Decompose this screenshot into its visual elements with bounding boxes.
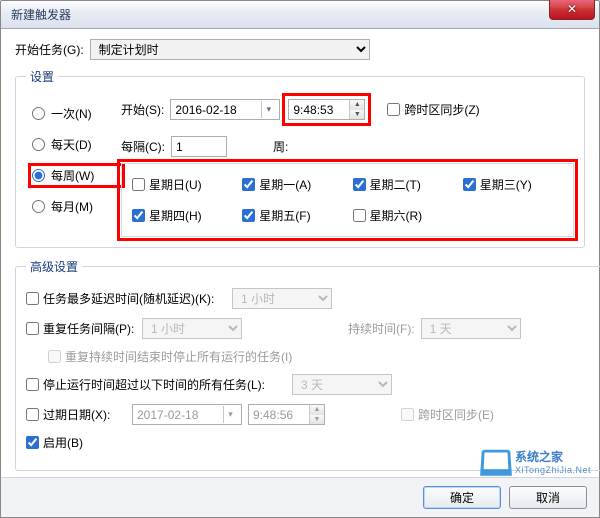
sync-tz2-checkbox: 跨时区同步(E) xyxy=(401,406,600,423)
weekday-box: 星期日(U) 星期一(A) 星期二(T) 星期三(Y) 星期四(H) 星期五(F… xyxy=(121,163,574,237)
expire-row: 过期日期(X): 2017-02-18 ▾ ▲▼ 跨时区同步(E) xyxy=(26,404,600,425)
title-text: 新建触发器 xyxy=(11,6,71,23)
chevron-down-icon[interactable]: ▼ xyxy=(350,110,364,120)
advanced-legend: 高级设置 xyxy=(26,258,82,275)
radio-weekly-input[interactable] xyxy=(32,169,45,182)
every-unit: 周: xyxy=(273,138,288,155)
chevron-down-icon: ▼ xyxy=(310,415,324,425)
day-thu[interactable]: 星期四(H) xyxy=(132,207,232,224)
stop-after-select: 3 天 xyxy=(292,374,392,395)
radio-monthly[interactable]: 每月(M) xyxy=(32,198,121,215)
radio-weekly[interactable]: 每周(W) xyxy=(32,167,121,184)
settings-legend: 设置 xyxy=(26,68,58,85)
begin-task-label: 开始任务(G): xyxy=(15,41,84,58)
close-icon[interactable]: ✕ xyxy=(549,0,595,20)
schedule-column: 一次(N) 每天(D) 每周(W) 每月(M) xyxy=(26,93,121,237)
enabled-checkbox[interactable]: 启用(B) xyxy=(26,434,226,451)
duration-label: 持续时间(F): xyxy=(348,320,415,337)
radio-monthly-input[interactable] xyxy=(32,200,45,213)
sync-tz-checkbox[interactable]: 跨时区同步(Z) xyxy=(387,101,479,118)
expire-checkbox[interactable]: 过期日期(X): xyxy=(26,406,126,423)
repeat-select: 1 小时 xyxy=(142,318,242,339)
chevron-up-icon[interactable]: ▲ xyxy=(350,100,364,110)
chevron-up-icon: ▲ xyxy=(310,405,324,415)
expire-date-picker: 2017-02-18 ▾ xyxy=(132,404,242,425)
settings-fieldset: 设置 一次(N) 每天(D) 每周(W) 每月(M) 开始(S): 2016-0… xyxy=(15,68,585,248)
recur-every-row: 每隔(C): 周: xyxy=(121,136,574,157)
watermark-text: 系统之家 xyxy=(515,450,563,464)
titlebar[interactable]: 新建触发器 ✕ xyxy=(1,1,599,29)
start-time-input[interactable] xyxy=(289,101,349,119)
start-row: 开始(S): 2016-02-18 ▾ ▲▼ 跨时区同步(Z) xyxy=(121,97,574,122)
watermark: 系统之家 XiTongZhiJia.Net xyxy=(481,448,591,475)
every-label: 每隔(C): xyxy=(121,138,165,155)
house-icon xyxy=(481,449,511,475)
dialog-body: 开始任务(G): 制定计划时 设置 一次(N) 每天(D) 每周(W) 每月(M… xyxy=(1,29,599,517)
day-mon[interactable]: 星期一(A) xyxy=(242,176,342,193)
day-tue[interactable]: 星期二(T) xyxy=(353,176,453,193)
stop-after-checkbox[interactable]: 停止运行时间超过以下时间的所有任务(L): xyxy=(26,376,286,393)
stop-running-checkbox: 重复持续时间结束时停止所有运行的任务(I) xyxy=(48,348,292,365)
chevron-down-icon: ▾ xyxy=(223,406,237,423)
expire-time-input xyxy=(249,406,309,424)
radio-daily-input[interactable] xyxy=(32,138,45,151)
dialog-window: 新建触发器 ✕ 开始任务(G): 制定计划时 设置 一次(N) 每天(D) 每周… xyxy=(0,0,600,518)
chevron-down-icon[interactable]: ▾ xyxy=(261,101,275,118)
expire-date-value: 2017-02-18 xyxy=(137,408,198,422)
start-date-picker[interactable]: 2016-02-18 ▾ xyxy=(170,99,280,120)
cancel-button[interactable]: 取消 xyxy=(509,486,587,509)
watermark-url: XiTongZhiJia.Net xyxy=(515,465,591,475)
day-sat[interactable]: 星期六(R) xyxy=(353,207,453,224)
day-wed[interactable]: 星期三(Y) xyxy=(463,176,563,193)
ok-button[interactable]: 确定 xyxy=(423,486,501,509)
radio-daily[interactable]: 每天(D) xyxy=(32,136,121,153)
delay-select: 1 小时 xyxy=(232,288,332,309)
start-time-spinner[interactable]: ▲▼ xyxy=(288,99,365,120)
radio-once[interactable]: 一次(N) xyxy=(32,105,121,122)
footer: 确定 取消 xyxy=(1,477,599,517)
repeat-row: 重复任务间隔(P): 1 小时 持续时间(F): 1 天 xyxy=(26,318,600,339)
delay-row: 任务最多延迟时间(随机延迟)(K): 1 小时 xyxy=(26,288,600,309)
repeat-checkbox[interactable]: 重复任务间隔(P): xyxy=(26,320,136,337)
expire-time-spinner: ▲▼ xyxy=(248,404,325,425)
start-label: 开始(S): xyxy=(121,101,164,118)
start-date-value: 2016-02-18 xyxy=(175,103,236,117)
stop-running-row: 重复持续时间结束时停止所有运行的任务(I) xyxy=(48,348,600,365)
every-input[interactable] xyxy=(171,136,227,157)
advanced-fieldset: 高级设置 任务最多延迟时间(随机延迟)(K): 1 小时 重复任务间隔(P): … xyxy=(15,258,600,471)
begin-task-row: 开始任务(G): 制定计划时 xyxy=(15,39,585,60)
schedule-details: 开始(S): 2016-02-18 ▾ ▲▼ 跨时区同步(Z) xyxy=(121,93,574,237)
stop-after-row: 停止运行时间超过以下时间的所有任务(L): 3 天 xyxy=(26,374,600,395)
day-fri[interactable]: 星期五(F) xyxy=(242,207,342,224)
duration-select: 1 天 xyxy=(421,318,521,339)
day-sun[interactable]: 星期日(U) xyxy=(132,176,232,193)
radio-once-input[interactable] xyxy=(32,107,45,120)
begin-task-select[interactable]: 制定计划时 xyxy=(90,39,370,60)
delay-checkbox[interactable]: 任务最多延迟时间(随机延迟)(K): xyxy=(26,290,226,307)
